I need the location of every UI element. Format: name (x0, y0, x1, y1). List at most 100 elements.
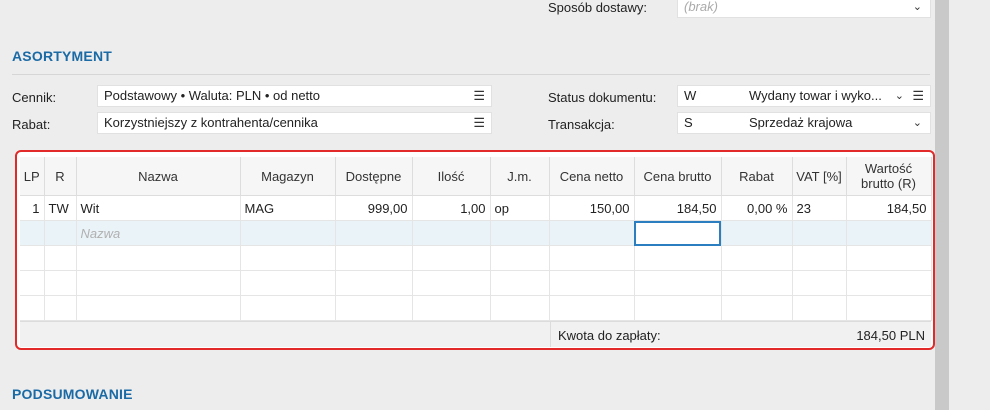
cell[interactable] (335, 270, 413, 296)
sposob-dostawy-value: (brak) (684, 0, 718, 14)
table-header-row: LP R Nazwa Magazyn Dostępne Ilość J.m. C… (20, 157, 932, 196)
col-header-lp[interactable]: LP (20, 157, 45, 196)
cell-jm[interactable] (490, 220, 550, 246)
cell[interactable] (721, 295, 793, 321)
col-header-vat[interactable]: VAT [%] (792, 157, 847, 196)
cell[interactable] (549, 245, 635, 271)
cell-lp[interactable]: 1 (20, 195, 45, 221)
rabat-field[interactable]: Korzystniejszy z kontrahenta/cennika ☰ (97, 112, 492, 134)
cell[interactable] (721, 245, 793, 271)
cell-nazwa-placeholder[interactable]: Nazwa (76, 220, 241, 246)
cell-rabat[interactable] (721, 220, 793, 246)
cell-magazyn[interactable] (240, 220, 336, 246)
cell[interactable] (549, 295, 635, 321)
cell-wartosc[interactable]: 184,50 (846, 195, 932, 221)
cell[interactable] (792, 245, 847, 271)
table-row-empty[interactable] (20, 270, 932, 296)
cell[interactable] (44, 245, 77, 271)
cell[interactable] (20, 245, 45, 271)
cell-cena-netto[interactable]: 150,00 (549, 195, 635, 221)
col-header-dostepne[interactable]: Dostępne (335, 157, 413, 196)
cell[interactable] (634, 245, 722, 271)
col-header-magazyn[interactable]: Magazyn (240, 157, 336, 196)
cell[interactable] (634, 270, 722, 296)
cell-rabat[interactable]: 0,00 % (721, 195, 793, 221)
cell[interactable] (721, 270, 793, 296)
vertical-scrollbar[interactable] (935, 0, 949, 410)
cell[interactable] (490, 245, 550, 271)
cell[interactable] (240, 270, 336, 296)
cell[interactable] (20, 295, 45, 321)
cell[interactable] (412, 295, 491, 321)
cell[interactable] (412, 245, 491, 271)
table-row-empty[interactable] (20, 245, 932, 271)
cell[interactable] (44, 295, 77, 321)
cell[interactable] (634, 295, 722, 321)
status-dokumentu-label: Status dokumentu: (548, 90, 657, 105)
menu-icon[interactable]: ☰ (473, 86, 485, 106)
cell-vat[interactable]: 23 (792, 195, 847, 221)
table-row[interactable]: 1 TW Wit MAG 999,00 1,00 op 150,00 184,5… (20, 195, 932, 221)
sposob-dostawy-select[interactable]: (brak) ⌄ (677, 0, 931, 18)
cell-dostepne[interactable]: 999,00 (335, 195, 413, 221)
cell[interactable] (412, 270, 491, 296)
sposob-dostawy-label: Sposób dostawy: (548, 0, 648, 15)
footer-separator (550, 322, 551, 347)
cell-nazwa[interactable]: Wit (76, 195, 241, 221)
chevron-down-icon[interactable]: ⌄ (913, 113, 922, 133)
cell-dostepne[interactable] (335, 220, 413, 246)
cell[interactable] (846, 270, 932, 296)
section-title-podsumowanie: PODSUMOWANIE (12, 386, 133, 402)
cell[interactable] (846, 295, 932, 321)
cell[interactable] (44, 270, 77, 296)
cell-ilosc[interactable]: 1,00 (412, 195, 491, 221)
menu-icon[interactable]: ☰ (912, 86, 924, 106)
table-row-empty[interactable] (20, 295, 932, 321)
kwota-do-zaplaty-value: 184,50 PLN (856, 328, 925, 343)
cell[interactable] (20, 270, 45, 296)
col-header-nazwa[interactable]: Nazwa (76, 157, 241, 196)
col-header-r[interactable]: R (44, 157, 77, 196)
chevron-down-icon[interactable]: ⌄ (895, 86, 904, 106)
cell-vat[interactable] (792, 220, 847, 246)
cell-r[interactable]: TW (44, 195, 77, 221)
cell[interactable] (490, 270, 550, 296)
transakcja-select[interactable]: S Sprzedaż krajowa ⌄ (677, 112, 931, 134)
cell-magazyn[interactable]: MAG (240, 195, 336, 221)
cell-lp[interactable] (20, 220, 45, 246)
col-header-cena-brutto[interactable]: Cena brutto (634, 157, 722, 196)
right-pane (949, 0, 990, 410)
cell[interactable] (76, 295, 241, 321)
col-header-wartosc-brutto[interactable]: Wartość brutto (R) (846, 157, 932, 196)
cell[interactable] (335, 245, 413, 271)
col-header-cena-netto[interactable]: Cena netto (549, 157, 635, 196)
items-table: LP R Nazwa Magazyn Dostępne Ilość J.m. C… (20, 157, 932, 321)
cell[interactable] (792, 270, 847, 296)
col-header-rabat[interactable]: Rabat (721, 157, 793, 196)
cell[interactable] (240, 245, 336, 271)
cell[interactable] (792, 295, 847, 321)
status-dokumentu-select[interactable]: W Wydany towar i wyko... ⌄ ☰ (677, 85, 931, 107)
transakcja-value: Sprzedaż krajowa (749, 115, 853, 130)
cell-cena-brutto-focused[interactable] (634, 220, 722, 246)
cell[interactable] (76, 245, 241, 271)
col-header-ilosc[interactable]: Ilość (412, 157, 491, 196)
rabat-value: Korzystniejszy z kontrahenta/cennika (104, 115, 318, 130)
table-row-new[interactable]: Nazwa (20, 220, 932, 246)
cell[interactable] (846, 245, 932, 271)
cell[interactable] (549, 270, 635, 296)
cell-cena-brutto[interactable]: 184,50 (634, 195, 722, 221)
cennik-field[interactable]: Podstawowy • Waluta: PLN • od netto ☰ (97, 85, 492, 107)
cell-ilosc[interactable] (412, 220, 491, 246)
rabat-label: Rabat: (12, 117, 51, 132)
cell[interactable] (76, 270, 241, 296)
menu-icon[interactable]: ☰ (473, 113, 485, 133)
cell-jm[interactable]: op (490, 195, 550, 221)
cell[interactable] (490, 295, 550, 321)
cell-r[interactable] (44, 220, 77, 246)
col-header-jm[interactable]: J.m. (490, 157, 550, 196)
cell-cena-netto[interactable] (549, 220, 635, 246)
cell[interactable] (335, 295, 413, 321)
cell-wartosc[interactable] (846, 220, 932, 246)
cell[interactable] (240, 295, 336, 321)
